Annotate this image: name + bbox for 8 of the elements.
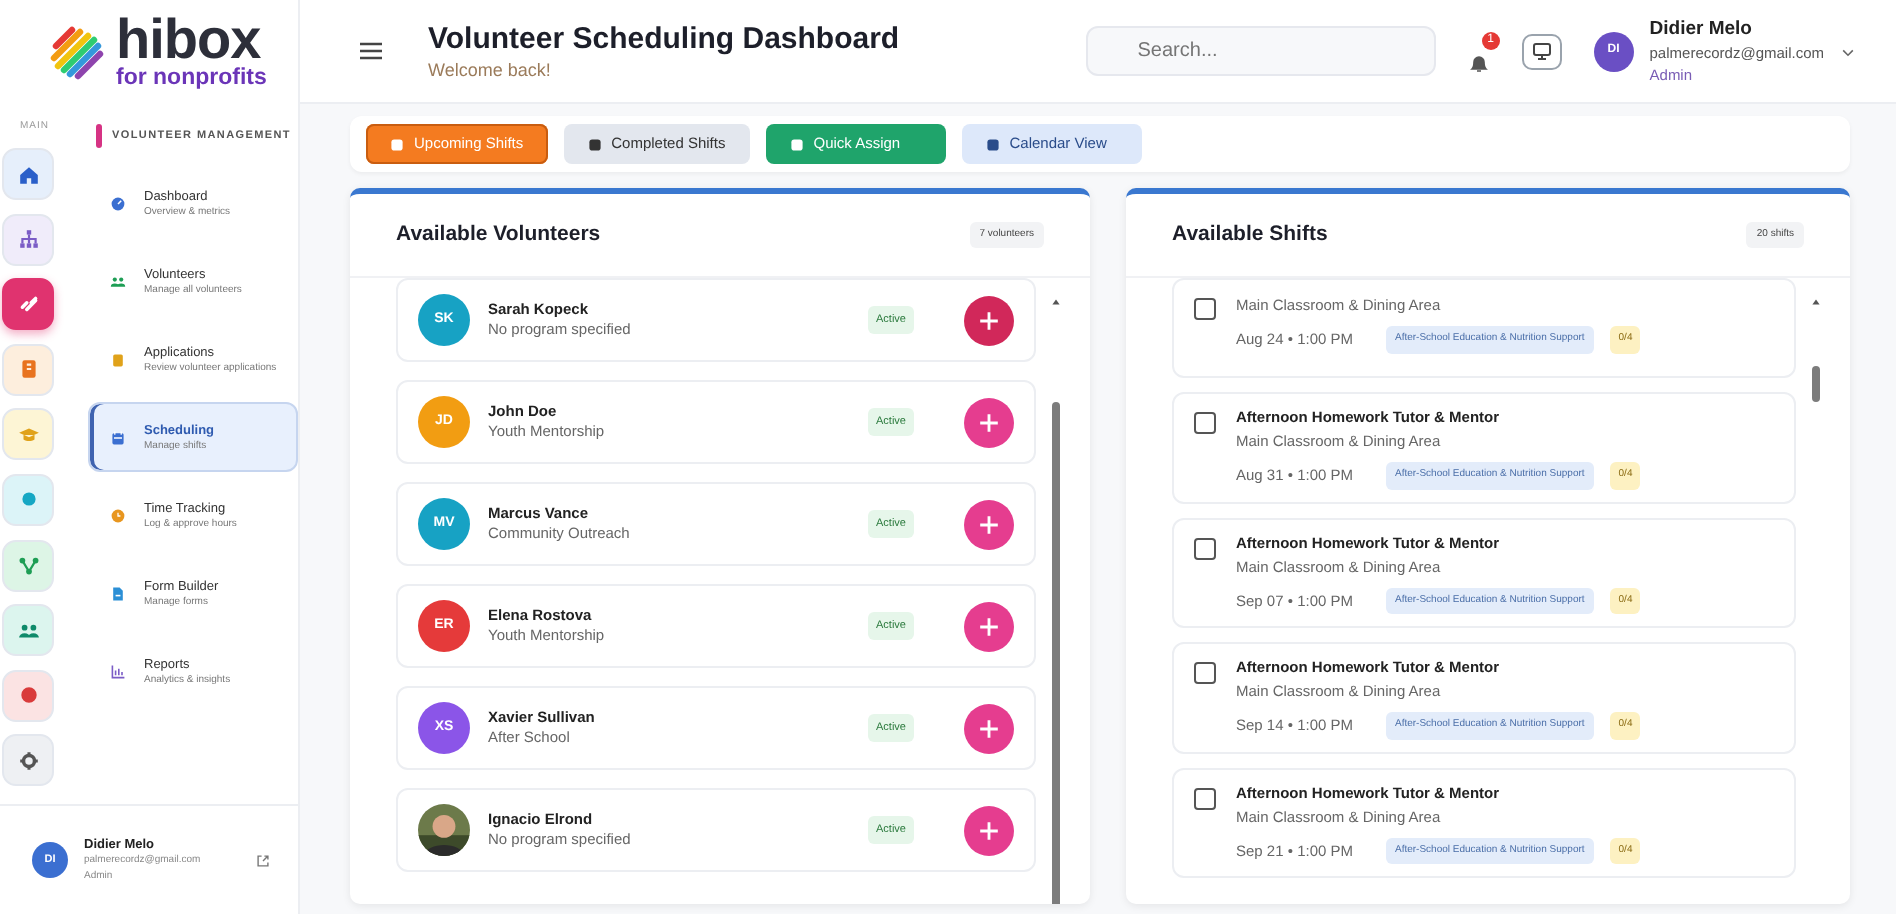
user-name: Didier Melo [1649, 17, 1754, 41]
logo-tagline: for nonprofits [116, 66, 267, 90]
page-subtitle: Welcome back! [428, 57, 553, 81]
panel-title: Available Volunteers [396, 219, 601, 250]
search-field[interactable]: Search... [1085, 26, 1436, 76]
panel-title: Available Shifts [1172, 219, 1328, 250]
page-title: Volunteer Scheduling Dashboard [428, 21, 900, 57]
logo-name: hibox [116, 14, 261, 66]
